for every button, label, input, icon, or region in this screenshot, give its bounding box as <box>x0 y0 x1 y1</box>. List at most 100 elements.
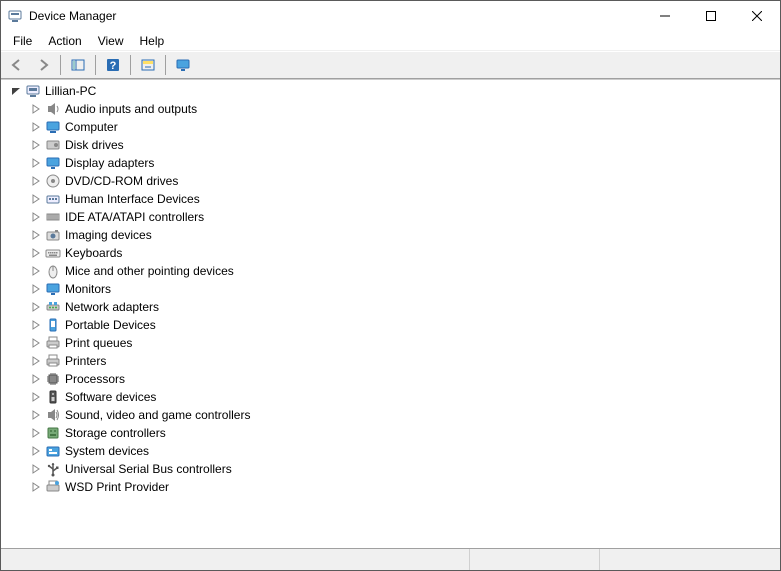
monitor-button[interactable] <box>171 54 195 76</box>
chevron-right-icon[interactable] <box>29 390 43 404</box>
tree-item-label: Monitors <box>65 282 111 296</box>
storage-icon <box>45 425 61 441</box>
chevron-right-icon[interactable] <box>29 318 43 332</box>
chevron-right-icon[interactable] <box>29 138 43 152</box>
tree-item-label: DVD/CD-ROM drives <box>65 174 178 188</box>
printer-icon <box>45 353 61 369</box>
tree-item-label: Disk drives <box>65 138 124 152</box>
tree-item[interactable]: Audio inputs and outputs <box>29 100 780 118</box>
tree-item-label: Portable Devices <box>65 318 156 332</box>
tree-item[interactable]: Print queues <box>29 334 780 352</box>
root-label: Lillian-PC <box>45 84 96 98</box>
close-button[interactable] <box>734 1 780 31</box>
window-controls <box>642 1 780 31</box>
tree-item[interactable]: Storage controllers <box>29 424 780 442</box>
tree-item[interactable]: WSD Print Provider <box>29 478 780 496</box>
speaker-icon <box>45 101 61 117</box>
chevron-right-icon[interactable] <box>29 282 43 296</box>
tree-item[interactable]: Display adapters <box>29 154 780 172</box>
tree-item[interactable]: Portable Devices <box>29 316 780 334</box>
help-button[interactable]: ? <box>101 54 125 76</box>
chevron-right-icon[interactable] <box>29 372 43 386</box>
status-pane-right <box>600 549 780 570</box>
chevron-right-icon[interactable] <box>29 426 43 440</box>
tree-item-label: Sound, video and game controllers <box>65 408 250 422</box>
tree-item[interactable]: Universal Serial Bus controllers <box>29 460 780 478</box>
tree-item[interactable]: Disk drives <box>29 136 780 154</box>
titlebar: Device Manager <box>1 1 780 31</box>
tree-item-label: Mice and other pointing devices <box>65 264 234 278</box>
tree-item-label: Printers <box>65 354 106 368</box>
scan-hardware-button[interactable] <box>136 54 160 76</box>
tree-item-label: Software devices <box>65 390 156 404</box>
toolbar-separator <box>130 55 131 75</box>
maximize-button[interactable] <box>688 1 734 31</box>
usb-icon <box>45 461 61 477</box>
forward-button[interactable] <box>31 54 55 76</box>
chevron-right-icon[interactable] <box>29 354 43 368</box>
menu-file[interactable]: File <box>5 32 40 50</box>
optical-icon <box>45 173 61 189</box>
tree-item[interactable]: IDE ATA/ATAPI controllers <box>29 208 780 226</box>
tree-root-node[interactable]: Lillian-PC <box>9 82 780 100</box>
chevron-right-icon[interactable] <box>29 300 43 314</box>
chevron-right-icon[interactable] <box>29 264 43 278</box>
show-hide-console-tree-button[interactable] <box>66 54 90 76</box>
chevron-right-icon[interactable] <box>29 444 43 458</box>
tree-item[interactable]: Computer <box>29 118 780 136</box>
tree-item-label: Processors <box>65 372 125 386</box>
ide-icon <box>45 209 61 225</box>
chevron-right-icon[interactable] <box>29 246 43 260</box>
tree-item-label: Audio inputs and outputs <box>65 102 197 116</box>
computer-icon <box>45 119 61 135</box>
portable-icon <box>45 317 61 333</box>
tree-item[interactable]: Keyboards <box>29 244 780 262</box>
tree-item[interactable]: Monitors <box>29 280 780 298</box>
display-icon <box>45 155 61 171</box>
tree-item-label: IDE ATA/ATAPI controllers <box>65 210 204 224</box>
menu-help[interactable]: Help <box>132 32 173 50</box>
tree-item[interactable]: Processors <box>29 370 780 388</box>
chevron-right-icon[interactable] <box>29 102 43 116</box>
tree-item[interactable]: Human Interface Devices <box>29 190 780 208</box>
tree-item[interactable]: Software devices <box>29 388 780 406</box>
chevron-right-icon[interactable] <box>29 228 43 242</box>
chevron-right-icon[interactable] <box>29 480 43 494</box>
chevron-right-icon[interactable] <box>29 156 43 170</box>
window-title: Device Manager <box>29 9 116 23</box>
tree-item[interactable]: Sound, video and game controllers <box>29 406 780 424</box>
printqueue-icon <box>45 335 61 351</box>
tree-item[interactable]: Printers <box>29 352 780 370</box>
menubar: File Action View Help <box>1 31 780 51</box>
chevron-right-icon[interactable] <box>29 174 43 188</box>
chevron-right-icon[interactable] <box>29 336 43 350</box>
menu-view[interactable]: View <box>90 32 132 50</box>
device-tree[interactable]: Lillian-PC Audio inputs and outputs Compu… <box>1 79 780 548</box>
tree-item-label: Keyboards <box>65 246 122 260</box>
minimize-button[interactable] <box>642 1 688 31</box>
tree-item-label: Print queues <box>65 336 132 350</box>
status-pane-mid <box>470 549 600 570</box>
chevron-right-icon[interactable] <box>29 210 43 224</box>
tree-item-label: System devices <box>65 444 149 458</box>
system-icon <box>45 443 61 459</box>
chevron-right-icon[interactable] <box>29 408 43 422</box>
tree-item[interactable]: Network adapters <box>29 298 780 316</box>
menu-action[interactable]: Action <box>40 32 89 50</box>
computer-icon <box>25 83 41 99</box>
monitor-icon <box>45 281 61 297</box>
chevron-right-icon[interactable] <box>29 192 43 206</box>
chevron-down-icon[interactable] <box>9 84 23 98</box>
status-pane-left <box>1 549 470 570</box>
tree-item[interactable]: Imaging devices <box>29 226 780 244</box>
app-icon <box>7 8 23 24</box>
tree-item[interactable]: DVD/CD-ROM drives <box>29 172 780 190</box>
tree-item[interactable]: System devices <box>29 442 780 460</box>
tree-item[interactable]: Mice and other pointing devices <box>29 262 780 280</box>
chevron-right-icon[interactable] <box>29 462 43 476</box>
chevron-right-icon[interactable] <box>29 120 43 134</box>
wsd-icon <box>45 479 61 495</box>
back-button[interactable] <box>5 54 29 76</box>
svg-text:?: ? <box>110 60 117 72</box>
statusbar <box>1 548 780 570</box>
